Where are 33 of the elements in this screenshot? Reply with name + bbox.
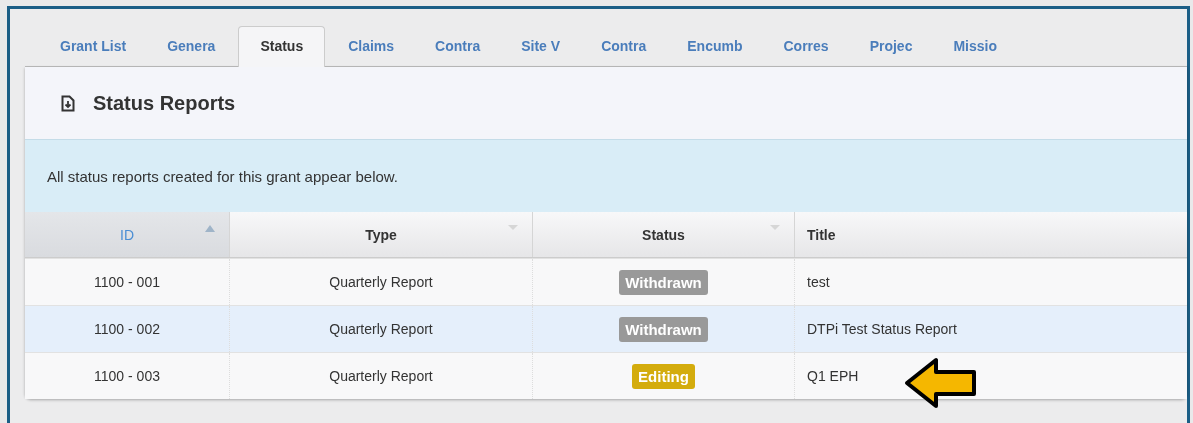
status-badge: Withdrawn: [619, 316, 708, 342]
table-cell: 1100 - 003: [25, 353, 230, 399]
tab[interactable]: Contra: [417, 27, 499, 66]
table-cell: Q1 EPH: [807, 368, 859, 384]
table-row[interactable]: 1100 - 002 Quarterly Report Withdrawn DTPi Test Status Report: [25, 305, 1187, 352]
status-badge: Withdrawn: [619, 269, 708, 295]
tab[interactable]: Corres: [765, 27, 847, 66]
tab[interactable]: Status: [238, 26, 326, 67]
document-icon: [61, 94, 75, 112]
status-badge: Editing: [632, 363, 695, 389]
tab[interactable]: Projec: [851, 27, 931, 66]
column-header[interactable]: Type: [230, 212, 533, 257]
info-text: All status reports created for this grant appear below.: [47, 167, 399, 185]
table-cell: Quarterly Report: [230, 353, 533, 399]
table-cell: test: [807, 274, 830, 290]
table-row[interactable]: 1100 - 001 Quarterly Report Withdrawn test: [25, 258, 1187, 305]
sort-caret-icon: [508, 225, 518, 230]
column-header[interactable]: Status: [533, 212, 795, 257]
sort-caret-icon: [770, 225, 780, 230]
table-row[interactable]: 1100 - 003 Quarterly Report Editing Q1 EPH: [25, 352, 1187, 399]
tab[interactable]: Genera: [149, 27, 234, 66]
panel-title: Status Reports: [93, 91, 236, 115]
tab[interactable]: Grant List: [42, 27, 145, 66]
column-header[interactable]: Title: [795, 212, 1187, 257]
table-cell: DTPi Test Status Report: [807, 321, 957, 337]
sort-ascending-icon: [205, 225, 215, 232]
tab[interactable]: Encumb: [669, 27, 761, 66]
tab[interactable]: Claims: [330, 27, 413, 66]
column-header[interactable]: ID: [25, 212, 230, 257]
pointing-arrow-icon: [904, 357, 978, 409]
tab[interactable]: Missio: [935, 27, 1015, 66]
tab[interactable]: Site V: [503, 27, 579, 66]
tab[interactable]: Contra: [583, 27, 665, 66]
